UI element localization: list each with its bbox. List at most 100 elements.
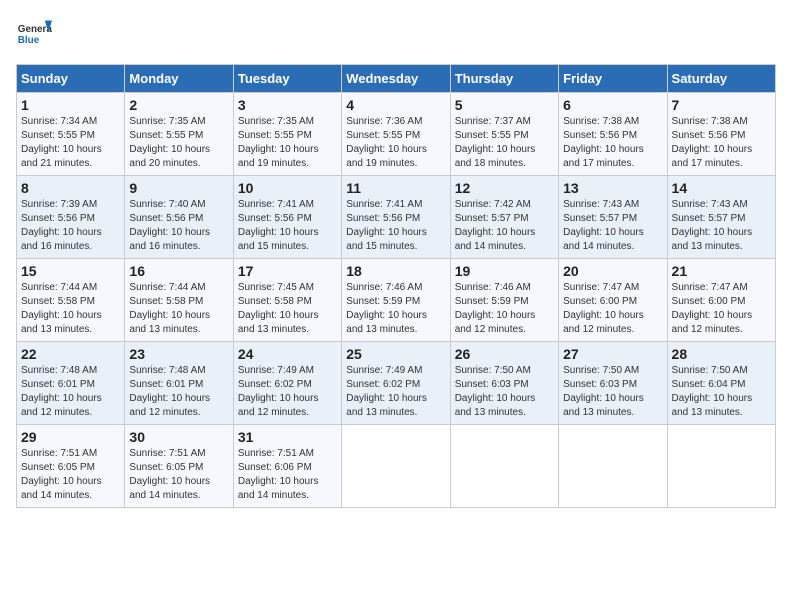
day-number: 15 (21, 263, 120, 279)
day-info: Sunrise: 7:41 AM Sunset: 5:56 PM Dayligh… (238, 198, 337, 254)
day-info: Sunrise: 7:40 AM Sunset: 5:56 PM Dayligh… (129, 198, 228, 254)
day-info: Sunrise: 7:35 AM Sunset: 5:55 PM Dayligh… (129, 115, 228, 171)
calendar-day-cell (667, 425, 775, 508)
calendar-week-row: 1 Sunrise: 7:34 AM Sunset: 5:55 PM Dayli… (17, 93, 776, 176)
calendar-day-cell: 24 Sunrise: 7:49 AM Sunset: 6:02 PM Dayl… (233, 342, 341, 425)
day-info: Sunrise: 7:47 AM Sunset: 6:00 PM Dayligh… (563, 281, 662, 337)
day-number: 9 (129, 180, 228, 196)
weekday-header: Monday (125, 65, 233, 93)
calendar-day-cell: 11 Sunrise: 7:41 AM Sunset: 5:56 PM Dayl… (342, 176, 450, 259)
logo-icon: General Blue (16, 16, 52, 52)
day-info: Sunrise: 7:45 AM Sunset: 5:58 PM Dayligh… (238, 281, 337, 337)
day-info: Sunrise: 7:41 AM Sunset: 5:56 PM Dayligh… (346, 198, 445, 254)
day-number: 24 (238, 346, 337, 362)
calendar-day-cell (450, 425, 558, 508)
day-number: 17 (238, 263, 337, 279)
day-number: 27 (563, 346, 662, 362)
calendar-header-row: SundayMondayTuesdayWednesdayThursdayFrid… (17, 65, 776, 93)
calendar-day-cell: 12 Sunrise: 7:42 AM Sunset: 5:57 PM Dayl… (450, 176, 558, 259)
day-number: 23 (129, 346, 228, 362)
calendar-day-cell: 19 Sunrise: 7:46 AM Sunset: 5:59 PM Dayl… (450, 259, 558, 342)
calendar-day-cell: 1 Sunrise: 7:34 AM Sunset: 5:55 PM Dayli… (17, 93, 125, 176)
day-number: 4 (346, 97, 445, 113)
day-info: Sunrise: 7:46 AM Sunset: 5:59 PM Dayligh… (455, 281, 554, 337)
day-info: Sunrise: 7:50 AM Sunset: 6:03 PM Dayligh… (455, 364, 554, 420)
calendar-day-cell: 20 Sunrise: 7:47 AM Sunset: 6:00 PM Dayl… (559, 259, 667, 342)
calendar-day-cell: 30 Sunrise: 7:51 AM Sunset: 6:05 PM Dayl… (125, 425, 233, 508)
day-info: Sunrise: 7:42 AM Sunset: 5:57 PM Dayligh… (455, 198, 554, 254)
calendar-day-cell: 22 Sunrise: 7:48 AM Sunset: 6:01 PM Dayl… (17, 342, 125, 425)
day-info: Sunrise: 7:48 AM Sunset: 6:01 PM Dayligh… (21, 364, 120, 420)
calendar-day-cell: 2 Sunrise: 7:35 AM Sunset: 5:55 PM Dayli… (125, 93, 233, 176)
day-number: 2 (129, 97, 228, 113)
day-info: Sunrise: 7:51 AM Sunset: 6:06 PM Dayligh… (238, 447, 337, 503)
day-number: 7 (672, 97, 771, 113)
day-info: Sunrise: 7:37 AM Sunset: 5:55 PM Dayligh… (455, 115, 554, 171)
day-number: 21 (672, 263, 771, 279)
calendar-day-cell: 3 Sunrise: 7:35 AM Sunset: 5:55 PM Dayli… (233, 93, 341, 176)
day-number: 30 (129, 429, 228, 445)
calendar-day-cell: 14 Sunrise: 7:43 AM Sunset: 5:57 PM Dayl… (667, 176, 775, 259)
day-info: Sunrise: 7:46 AM Sunset: 5:59 PM Dayligh… (346, 281, 445, 337)
calendar-day-cell: 10 Sunrise: 7:41 AM Sunset: 5:56 PM Dayl… (233, 176, 341, 259)
day-number: 19 (455, 263, 554, 279)
calendar-day-cell: 28 Sunrise: 7:50 AM Sunset: 6:04 PM Dayl… (667, 342, 775, 425)
day-info: Sunrise: 7:38 AM Sunset: 5:56 PM Dayligh… (672, 115, 771, 171)
weekday-header: Wednesday (342, 65, 450, 93)
day-info: Sunrise: 7:51 AM Sunset: 6:05 PM Dayligh… (129, 447, 228, 503)
calendar-day-cell: 13 Sunrise: 7:43 AM Sunset: 5:57 PM Dayl… (559, 176, 667, 259)
calendar-day-cell: 25 Sunrise: 7:49 AM Sunset: 6:02 PM Dayl… (342, 342, 450, 425)
day-info: Sunrise: 7:34 AM Sunset: 5:55 PM Dayligh… (21, 115, 120, 171)
calendar-day-cell: 27 Sunrise: 7:50 AM Sunset: 6:03 PM Dayl… (559, 342, 667, 425)
calendar-week-row: 29 Sunrise: 7:51 AM Sunset: 6:05 PM Dayl… (17, 425, 776, 508)
day-info: Sunrise: 7:43 AM Sunset: 5:57 PM Dayligh… (563, 198, 662, 254)
day-info: Sunrise: 7:48 AM Sunset: 6:01 PM Dayligh… (129, 364, 228, 420)
day-number: 1 (21, 97, 120, 113)
calendar-day-cell: 7 Sunrise: 7:38 AM Sunset: 5:56 PM Dayli… (667, 93, 775, 176)
calendar-day-cell: 18 Sunrise: 7:46 AM Sunset: 5:59 PM Dayl… (342, 259, 450, 342)
weekday-header: Tuesday (233, 65, 341, 93)
page-header: General Blue (16, 16, 776, 52)
day-number: 28 (672, 346, 771, 362)
day-number: 10 (238, 180, 337, 196)
day-info: Sunrise: 7:44 AM Sunset: 5:58 PM Dayligh… (129, 281, 228, 337)
day-number: 26 (455, 346, 554, 362)
calendar-day-cell: 15 Sunrise: 7:44 AM Sunset: 5:58 PM Dayl… (17, 259, 125, 342)
day-number: 5 (455, 97, 554, 113)
day-number: 25 (346, 346, 445, 362)
day-number: 31 (238, 429, 337, 445)
day-number: 29 (21, 429, 120, 445)
day-number: 14 (672, 180, 771, 196)
day-info: Sunrise: 7:47 AM Sunset: 6:00 PM Dayligh… (672, 281, 771, 337)
calendar-day-cell: 23 Sunrise: 7:48 AM Sunset: 6:01 PM Dayl… (125, 342, 233, 425)
day-info: Sunrise: 7:43 AM Sunset: 5:57 PM Dayligh… (672, 198, 771, 254)
calendar-day-cell: 9 Sunrise: 7:40 AM Sunset: 5:56 PM Dayli… (125, 176, 233, 259)
calendar-day-cell: 6 Sunrise: 7:38 AM Sunset: 5:56 PM Dayli… (559, 93, 667, 176)
calendar-week-row: 22 Sunrise: 7:48 AM Sunset: 6:01 PM Dayl… (17, 342, 776, 425)
day-info: Sunrise: 7:50 AM Sunset: 6:04 PM Dayligh… (672, 364, 771, 420)
day-number: 8 (21, 180, 120, 196)
day-number: 18 (346, 263, 445, 279)
day-number: 20 (563, 263, 662, 279)
calendar-day-cell: 17 Sunrise: 7:45 AM Sunset: 5:58 PM Dayl… (233, 259, 341, 342)
day-info: Sunrise: 7:36 AM Sunset: 5:55 PM Dayligh… (346, 115, 445, 171)
day-info: Sunrise: 7:44 AM Sunset: 5:58 PM Dayligh… (21, 281, 120, 337)
day-info: Sunrise: 7:39 AM Sunset: 5:56 PM Dayligh… (21, 198, 120, 254)
calendar-day-cell: 16 Sunrise: 7:44 AM Sunset: 5:58 PM Dayl… (125, 259, 233, 342)
day-info: Sunrise: 7:50 AM Sunset: 6:03 PM Dayligh… (563, 364, 662, 420)
calendar-week-row: 8 Sunrise: 7:39 AM Sunset: 5:56 PM Dayli… (17, 176, 776, 259)
svg-text:Blue: Blue (18, 35, 40, 46)
calendar-day-cell (342, 425, 450, 508)
calendar-day-cell: 21 Sunrise: 7:47 AM Sunset: 6:00 PM Dayl… (667, 259, 775, 342)
day-info: Sunrise: 7:49 AM Sunset: 6:02 PM Dayligh… (238, 364, 337, 420)
logo: General Blue (16, 16, 52, 52)
day-info: Sunrise: 7:35 AM Sunset: 5:55 PM Dayligh… (238, 115, 337, 171)
weekday-header: Thursday (450, 65, 558, 93)
weekday-header: Sunday (17, 65, 125, 93)
calendar-day-cell: 26 Sunrise: 7:50 AM Sunset: 6:03 PM Dayl… (450, 342, 558, 425)
calendar-week-row: 15 Sunrise: 7:44 AM Sunset: 5:58 PM Dayl… (17, 259, 776, 342)
day-info: Sunrise: 7:38 AM Sunset: 5:56 PM Dayligh… (563, 115, 662, 171)
day-number: 13 (563, 180, 662, 196)
weekday-header: Saturday (667, 65, 775, 93)
day-number: 11 (346, 180, 445, 196)
